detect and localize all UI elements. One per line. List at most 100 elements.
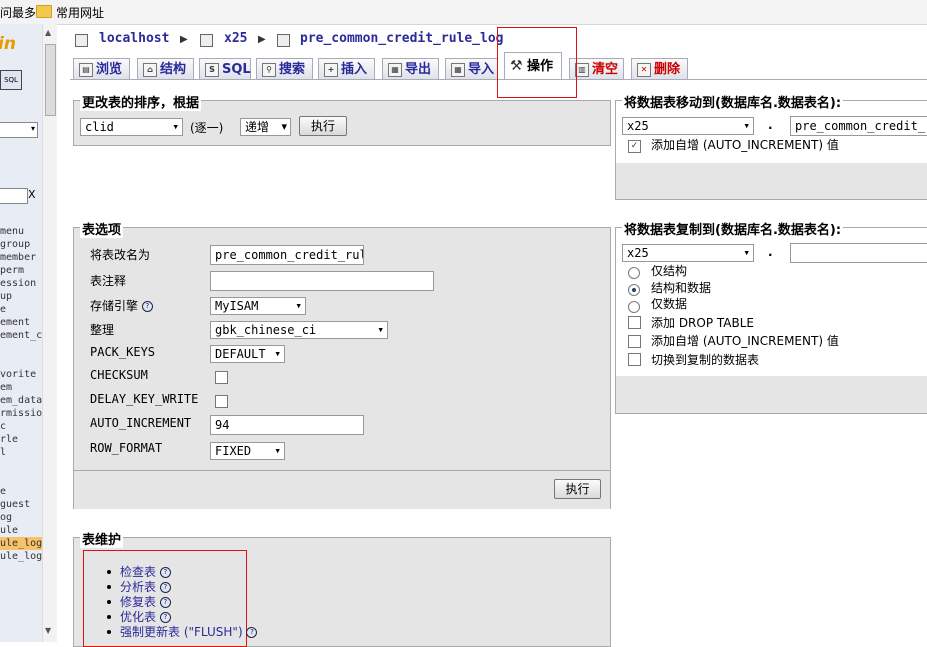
move-table-legend: 将数据表移动到(数据库名.数据表名): xyxy=(622,92,844,111)
nav-table-item[interactable]: perm xyxy=(0,264,24,277)
collation-select[interactable]: gbk_chinese_ci xyxy=(210,321,388,339)
nav-table-item[interactable]: vorite xyxy=(0,368,36,381)
browse-icon: ▤ xyxy=(79,63,93,77)
list-bullet xyxy=(107,630,111,634)
table-filter-input[interactable] xyxy=(0,188,28,204)
nav-table-item[interactable]: ement xyxy=(0,316,30,329)
tab-export[interactable]: ▦ 导出 xyxy=(382,58,439,79)
nav-table-item[interactable]: ule_log xyxy=(0,550,42,563)
nav-table-item[interactable]: c xyxy=(0,420,6,433)
data-only-radio[interactable] xyxy=(628,301,640,313)
tab-sql[interactable]: S SQL xyxy=(199,58,251,79)
nav-table-item[interactable]: up xyxy=(0,290,12,303)
sort-panel-legend: 更改表的排序，根据 xyxy=(80,92,202,111)
scrollbar-thumb[interactable] xyxy=(45,44,56,116)
database-select[interactable]: ▾ xyxy=(0,122,38,138)
move-table-name-input[interactable]: pre_common_credit_r xyxy=(790,116,927,136)
folder-icon xyxy=(36,5,52,18)
drop-icon: ✕ xyxy=(637,63,651,77)
sort-column-select[interactable]: clid xyxy=(80,118,183,136)
tab-browse[interactable]: ▤ 浏览 xyxy=(73,58,130,79)
nav-table-item[interactable]: menu xyxy=(0,225,24,238)
delay-key-write-checkbox[interactable] xyxy=(215,395,228,408)
nav-table-item[interactable]: group xyxy=(0,238,30,251)
nav-table-item[interactable]: guest xyxy=(0,498,30,511)
switch-to-copied-checkbox[interactable] xyxy=(628,353,641,366)
nav-table-item[interactable]: em xyxy=(0,381,12,394)
nav-table-item[interactable]: rle xyxy=(0,433,18,446)
help-icon[interactable]: ? xyxy=(159,567,171,578)
copy-table-name-input[interactable] xyxy=(790,243,927,263)
add-drop-table-checkbox[interactable] xyxy=(628,316,641,329)
nav-table-item[interactable]: og xyxy=(0,511,12,524)
table-comment-input[interactable] xyxy=(210,271,434,291)
phpmyadmin-logo: in xyxy=(0,34,16,54)
nav-table-item[interactable]: ession xyxy=(0,277,36,290)
export-icon: ▦ xyxy=(388,63,402,77)
list-bullet xyxy=(107,570,111,574)
database-icon xyxy=(200,34,213,47)
options-go-button[interactable]: 执行 xyxy=(554,479,601,499)
flush-table-link[interactable]: 强制更新表 ("FLUSH") ? xyxy=(120,623,258,640)
sql-icon[interactable]: SQL xyxy=(0,70,22,90)
sort-go-button[interactable]: 执行 xyxy=(299,116,347,136)
help-icon[interactable]: ? xyxy=(159,612,171,623)
move-database-select[interactable]: x25 xyxy=(622,117,754,135)
bookmark-common-sites[interactable]: 常用网址 xyxy=(56,4,104,21)
auto-increment-input[interactable]: 94 xyxy=(210,415,364,435)
move-auto-increment-checkbox[interactable]: ✓ xyxy=(628,140,641,153)
bookmarks-bar: 问最多 常用网址 xyxy=(0,0,927,25)
list-bullet xyxy=(107,615,111,619)
copy-database-select[interactable]: x25 xyxy=(622,244,754,262)
nav-table-item[interactable]: member xyxy=(0,251,36,264)
checksum-checkbox[interactable] xyxy=(215,371,228,384)
table-maintenance-legend: 表维护 xyxy=(80,529,124,548)
rename-table-input[interactable]: pre_common_credit_rul xyxy=(210,245,364,265)
nav-table-item[interactable]: ule_log xyxy=(0,537,42,550)
breadcrumb-database[interactable]: x25 xyxy=(224,31,247,46)
scroll-up-icon[interactable]: ▲ xyxy=(45,28,51,37)
nav-scrollbar[interactable]: ▲ ▼ xyxy=(42,24,57,642)
help-icon[interactable]: ? xyxy=(159,582,171,593)
breadcrumb-table[interactable]: pre_common_credit_rule_log xyxy=(300,31,504,46)
data-only-label: 仅数据 xyxy=(651,297,688,311)
nav-table-item[interactable]: ule xyxy=(0,524,18,537)
help-icon[interactable]: ? xyxy=(159,597,171,608)
nav-table-item[interactable]: rmission xyxy=(0,407,42,420)
nav-table-item[interactable]: l xyxy=(0,446,6,459)
row-format-select[interactable]: FIXED xyxy=(210,442,285,460)
bookmark-most-visited[interactable]: 问最多 xyxy=(0,4,36,21)
tab-insert[interactable]: + 插入 xyxy=(318,58,375,79)
list-bullet xyxy=(107,600,111,604)
tab-import[interactable]: ▦ 导入 xyxy=(445,58,498,79)
copy-auto-increment-checkbox[interactable] xyxy=(628,335,641,348)
pack-keys-label: PACK_KEYS xyxy=(90,345,156,359)
sort-order-select[interactable]: 递增 xyxy=(240,118,291,136)
tab-structure[interactable]: ⌂ 结构 xyxy=(137,58,194,79)
sql-icon: S xyxy=(205,63,219,77)
comment-label: 表注释 xyxy=(90,274,127,288)
copy-table-legend: 将数据表复制到(数据库名.数据表名): xyxy=(622,219,844,238)
scroll-down-icon[interactable]: ▼ xyxy=(45,626,51,635)
nav-table-item[interactable]: e xyxy=(0,485,6,498)
copy-auto-increment-label: 添加自增 (AUTO_INCREMENT) 值 xyxy=(651,334,839,348)
breadcrumb-server[interactable]: localhost xyxy=(99,31,169,46)
left-navigation: in SQL ▾ X menugroupmemberpermessionupee… xyxy=(0,24,43,642)
tab-empty[interactable]: ▥ 清空 xyxy=(569,58,624,79)
pack-keys-select[interactable]: DEFAULT xyxy=(210,345,285,363)
nav-table-item[interactable]: e xyxy=(0,303,6,316)
structure-only-radio[interactable] xyxy=(628,267,640,279)
nav-table-item[interactable]: ement_c xyxy=(0,329,42,342)
add-drop-table-label: 添加 DROP TABLE xyxy=(651,316,754,330)
storage-engine-select[interactable]: MyISAM xyxy=(210,297,306,315)
arrow-right-icon: ▶ xyxy=(258,34,266,45)
nav-table-item[interactable]: em_data xyxy=(0,394,42,407)
collation-label: 整理 xyxy=(90,323,115,337)
tab-drop[interactable]: ✕ 删除 xyxy=(631,58,688,79)
structure-and-data-radio[interactable] xyxy=(628,284,640,296)
tab-search[interactable]: ⚲ 搜索 xyxy=(256,58,313,79)
import-icon: ▦ xyxy=(451,63,465,77)
help-icon[interactable]: ? xyxy=(246,627,258,638)
help-icon[interactable]: ? xyxy=(141,301,153,312)
clear-filter-button[interactable]: X xyxy=(28,188,36,201)
